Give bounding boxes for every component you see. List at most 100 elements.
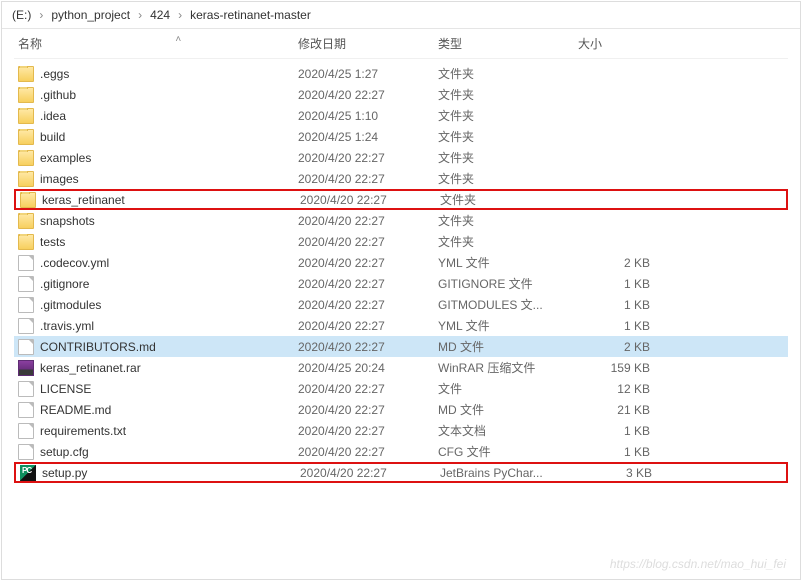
- file-name-label: keras_retinanet: [42, 193, 125, 207]
- file-icon: [18, 297, 34, 313]
- file-date-cell: 2020/4/25 1:24: [298, 130, 438, 144]
- file-name-label: CONTRIBUTORS.md: [40, 340, 156, 354]
- file-name-cell: .idea: [18, 108, 298, 124]
- file-size-cell: 12 KB: [578, 382, 658, 396]
- file-list: 名称 ˄ 修改日期 类型 大小 .eggs2020/4/25 1:27文件夹.g…: [2, 29, 800, 579]
- file-type-cell: 文件夹: [438, 128, 578, 145]
- file-name-label: .gitignore: [40, 277, 89, 291]
- breadcrumb-segment[interactable]: keras-retinanet-master: [190, 8, 311, 22]
- column-headers: 名称 ˄ 修改日期 类型 大小: [14, 33, 788, 59]
- file-size-cell: 1 KB: [578, 298, 658, 312]
- file-name-label: setup.py: [42, 466, 87, 480]
- file-row[interactable]: LICENSE2020/4/20 22:27文件12 KB: [14, 378, 788, 399]
- file-row[interactable]: setup.py2020/4/20 22:27JetBrains PyChar.…: [14, 462, 788, 483]
- file-row[interactable]: .travis.yml2020/4/20 22:27YML 文件1 KB: [14, 315, 788, 336]
- column-header-type[interactable]: 类型: [438, 35, 578, 52]
- file-size-cell: 1 KB: [578, 424, 658, 438]
- file-name-cell: build: [18, 129, 298, 145]
- column-header-date[interactable]: 修改日期: [298, 35, 438, 52]
- file-row[interactable]: keras_retinanet.rar 2020/4/25 20:24WinRAR…: [14, 357, 788, 378]
- file-type-cell: 文件夹: [438, 86, 578, 103]
- file-date-cell: 2020/4/20 22:27: [298, 214, 438, 228]
- file-type-cell: WinRAR 压缩文件: [438, 359, 578, 376]
- file-date-cell: 2020/4/25 20:24: [298, 361, 438, 375]
- archive-icon: [18, 360, 34, 376]
- file-date-cell: 2020/4/25 1:10: [298, 109, 438, 123]
- file-type-cell: YML 文件: [438, 317, 578, 334]
- file-name-cell: .travis.yml: [18, 318, 298, 334]
- file-name-cell: keras_retinanet.rar: [18, 360, 298, 376]
- file-name-label: README.md: [40, 403, 111, 417]
- folder-icon: [18, 234, 34, 250]
- file-date-cell: 2020/4/20 22:27: [298, 319, 438, 333]
- file-icon: [18, 423, 34, 439]
- file-type-cell: GITIGNORE 文件: [438, 275, 578, 292]
- file-size-cell: 2 KB: [578, 340, 658, 354]
- column-header-size[interactable]: 大小: [578, 35, 658, 52]
- folder-icon: [18, 66, 34, 82]
- breadcrumb-segment[interactable]: 424: [150, 8, 170, 22]
- file-name-label: keras_retinanet.rar: [40, 361, 141, 375]
- file-icon: [18, 402, 34, 418]
- file-date-cell: 2020/4/20 22:27: [298, 277, 438, 291]
- file-name-cell: keras_retinanet: [20, 192, 300, 208]
- file-name-cell: .gitmodules: [18, 297, 298, 313]
- file-row[interactable]: .gitmodules2020/4/20 22:27GITMODULES 文..…: [14, 294, 788, 315]
- window-frame: (E:) › python_project › 424 › keras-reti…: [1, 1, 801, 580]
- file-name-label: .gitmodules: [40, 298, 101, 312]
- file-row[interactable]: snapshots2020/4/20 22:27文件夹: [14, 210, 788, 231]
- file-icon: [18, 255, 34, 271]
- file-row[interactable]: keras_retinanet2020/4/20 22:27文件夹: [14, 189, 788, 210]
- breadcrumb[interactable]: (E:) › python_project › 424 › keras-reti…: [2, 2, 800, 29]
- file-size-cell: 159 KB: [578, 361, 658, 375]
- breadcrumb-drive[interactable]: (E:): [12, 8, 31, 22]
- file-row[interactable]: .eggs2020/4/25 1:27文件夹: [14, 63, 788, 84]
- folder-icon: [20, 192, 36, 208]
- file-row[interactable]: setup.cfg2020/4/20 22:27CFG 文件1 KB: [14, 441, 788, 462]
- file-row[interactable]: build 2020/4/25 1:24文件夹: [14, 126, 788, 147]
- file-row[interactable]: .idea2020/4/25 1:10文件夹: [14, 105, 788, 126]
- file-row[interactable]: .github2020/4/20 22:27文件夹: [14, 84, 788, 105]
- file-name-label: LICENSE: [40, 382, 91, 396]
- file-date-cell: 2020/4/20 22:27: [298, 151, 438, 165]
- file-name-cell: .gitignore: [18, 276, 298, 292]
- file-name-cell: setup.cfg: [18, 444, 298, 460]
- file-name-label: requirements.txt: [40, 424, 126, 438]
- file-type-cell: YML 文件: [438, 254, 578, 271]
- sort-indicator-icon: ˄: [175, 34, 181, 45]
- column-header-label: 名称: [18, 37, 42, 51]
- folder-icon: [18, 108, 34, 124]
- chevron-right-icon: ›: [134, 8, 146, 22]
- file-name-cell: .github: [18, 87, 298, 103]
- file-name-cell: CONTRIBUTORS.md: [18, 339, 298, 355]
- file-type-cell: 文件夹: [438, 65, 578, 82]
- file-type-cell: 文件: [438, 380, 578, 397]
- watermark-text: https://blog.csdn.net/mao_hui_fei: [610, 557, 786, 571]
- file-name-cell: setup.py: [20, 465, 300, 481]
- file-row[interactable]: tests2020/4/20 22:27文件夹: [14, 231, 788, 252]
- file-row[interactable]: README.md2020/4/20 22:27MD 文件21 KB: [14, 399, 788, 420]
- file-name-label: .github: [40, 88, 76, 102]
- column-header-name[interactable]: 名称 ˄: [18, 35, 298, 52]
- file-row[interactable]: .gitignore2020/4/20 22:27GITIGNORE 文件1 K…: [14, 273, 788, 294]
- file-name-label: .travis.yml: [40, 319, 94, 333]
- file-type-cell: MD 文件: [438, 401, 578, 418]
- breadcrumb-segment[interactable]: python_project: [51, 8, 130, 22]
- file-name-label: examples: [40, 151, 91, 165]
- file-row[interactable]: requirements.txt2020/4/20 22:27文本文档1 KB: [14, 420, 788, 441]
- file-name-label: build: [40, 130, 65, 144]
- file-type-cell: 文件夹: [438, 212, 578, 229]
- file-row[interactable]: images2020/4/20 22:27文件夹: [14, 168, 788, 189]
- file-name-cell: tests: [18, 234, 298, 250]
- file-date-cell: 2020/4/20 22:27: [298, 256, 438, 270]
- file-size-cell: 1 KB: [578, 445, 658, 459]
- folder-icon: [18, 171, 34, 187]
- file-date-cell: 2020/4/20 22:27: [298, 445, 438, 459]
- file-type-cell: JetBrains PyChar...: [440, 466, 580, 480]
- file-date-cell: 2020/4/20 22:27: [298, 172, 438, 186]
- file-row[interactable]: CONTRIBUTORS.md2020/4/20 22:27MD 文件2 KB: [14, 336, 788, 357]
- file-type-cell: 文件夹: [438, 107, 578, 124]
- file-row[interactable]: examples2020/4/20 22:27文件夹: [14, 147, 788, 168]
- file-name-cell: .eggs: [18, 66, 298, 82]
- file-row[interactable]: .codecov.yml2020/4/20 22:27YML 文件2 KB: [14, 252, 788, 273]
